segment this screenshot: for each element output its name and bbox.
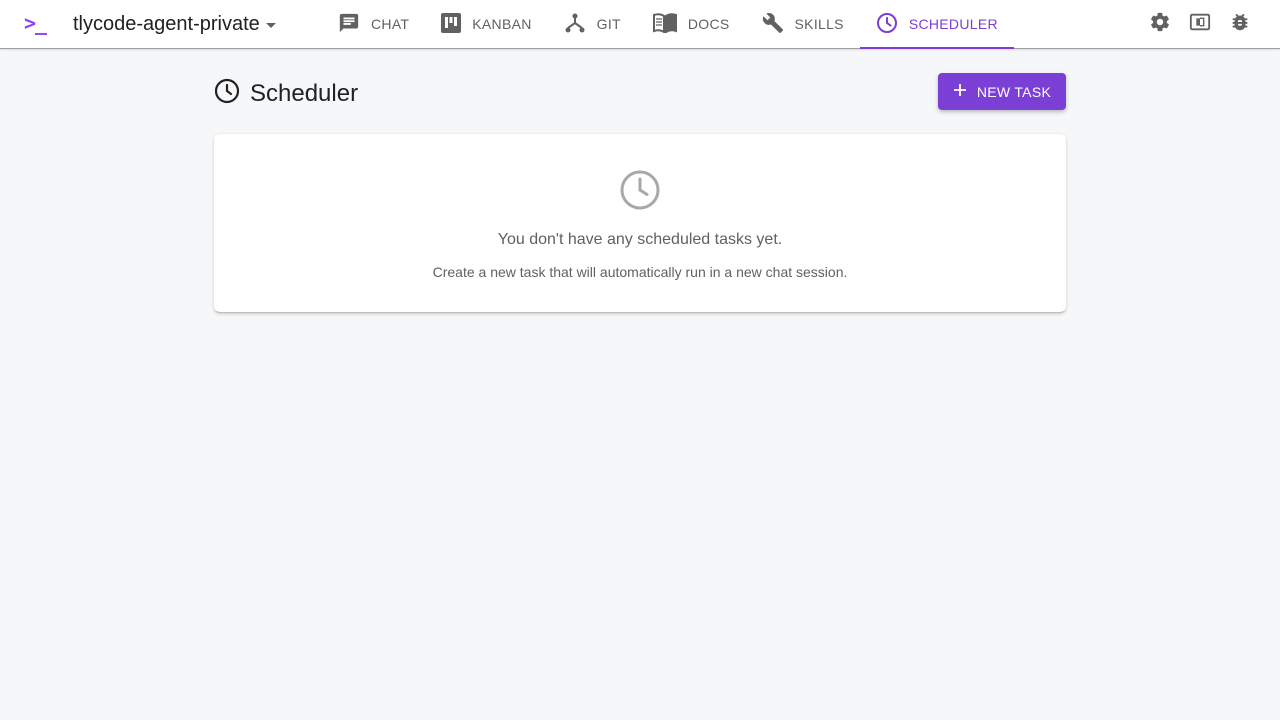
- top-actions: [1148, 12, 1252, 36]
- docs-icon: [652, 12, 688, 36]
- clock-icon: [876, 12, 909, 37]
- tab-docs[interactable]: DOCS: [637, 0, 746, 48]
- new-task-label: NEW TASK: [976, 83, 1052, 100]
- tab-skills[interactable]: SKILLS: [746, 0, 860, 48]
- git-icon: [564, 12, 597, 37]
- tab-git-label: GIT: [596, 16, 621, 32]
- gear-icon: [1149, 11, 1171, 38]
- project-selector[interactable]: tlycode-agent-private: [73, 12, 276, 36]
- new-task-button[interactable]: NEW TASK: [938, 73, 1066, 110]
- wrench-icon: [762, 12, 795, 37]
- caret-down-icon: [265, 16, 276, 34]
- tab-skills-label: SKILLS: [794, 16, 844, 32]
- empty-state-subtitle: Create a new task that will automaticall…: [432, 264, 848, 280]
- tab-chat[interactable]: CHAT: [322, 0, 425, 48]
- panel-toggle-button[interactable]: [1188, 12, 1212, 36]
- tab-kanban-label: KANBAN: [472, 16, 532, 32]
- page-header: Scheduler NEW TASK: [214, 73, 1066, 110]
- debug-button[interactable]: [1228, 12, 1252, 36]
- tab-docs-label: DOCS: [687, 16, 730, 32]
- page-title: Scheduler: [214, 78, 358, 109]
- clock-icon: [214, 78, 240, 109]
- tab-chat-label: CHAT: [371, 16, 410, 32]
- chat-icon: [338, 12, 371, 37]
- tab-kanban[interactable]: KANBAN: [425, 0, 547, 48]
- app-logo[interactable]: >_: [24, 11, 47, 35]
- tab-scheduler[interactable]: SCHEDULER: [859, 0, 1014, 49]
- panel-icon: [1189, 11, 1211, 38]
- bug-icon: [1229, 11, 1251, 38]
- tab-scheduler-label: SCHEDULER: [908, 16, 998, 32]
- page-title-text: Scheduler: [250, 79, 359, 107]
- empty-state-card: You don't have any scheduled tasks yet. …: [214, 134, 1066, 313]
- tab-git[interactable]: GIT: [548, 0, 637, 48]
- clock-icon: [619, 169, 661, 216]
- project-name: tlycode-agent-private: [73, 13, 260, 35]
- kanban-icon: [441, 12, 472, 36]
- settings-button[interactable]: [1148, 12, 1172, 36]
- main-tabs: CHAT KANBAN GIT DOCS SKILLS SCHEDULER: [322, 0, 1014, 49]
- top-app-bar: >_ tlycode-agent-private CHAT KANBAN GIT: [0, 0, 1280, 49]
- plus-icon: [953, 83, 967, 100]
- empty-state-title: You don't have any scheduled tasks yet.: [497, 231, 783, 248]
